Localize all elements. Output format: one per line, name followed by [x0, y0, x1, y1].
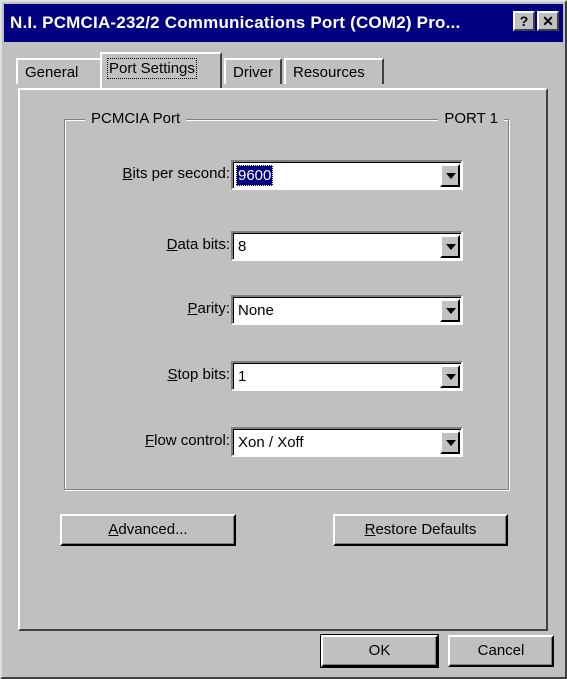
bits-per-second-label-key: B	[122, 165, 133, 182]
parity-dropdown-button[interactable]	[440, 299, 460, 322]
bits-per-second-label-rest: its per second:	[132, 165, 230, 182]
flow-control-label-key: F	[144, 432, 155, 449]
combo-frame: None	[233, 297, 461, 323]
stop-bits-dropdown-button[interactable]	[440, 365, 460, 388]
flow-control-label: Flow control:	[145, 432, 230, 449]
data-bits-value: 8	[238, 238, 247, 255]
group-label: PCMCIA Port	[85, 110, 187, 127]
parity-label-rest: arity:	[197, 300, 230, 317]
ok-button[interactable]: OK	[320, 634, 439, 668]
data-bits-dropdown-button[interactable]	[440, 235, 460, 258]
chevron-down-icon	[446, 173, 456, 179]
restore-defaults-button-rest: estore Defaults	[375, 521, 477, 538]
stop-bits-label: Stop bits:	[167, 366, 230, 383]
advanced-button[interactable]: Advanced...	[60, 514, 236, 546]
tab-resources-label: Resources	[293, 64, 365, 81]
help-button[interactable]: ?	[513, 11, 535, 31]
window-title: N.I. PCMCIA-232/2 Communications Port (C…	[10, 13, 461, 32]
title-bar[interactable]: N.I. PCMCIA-232/2 Communications Port (C…	[4, 4, 563, 42]
stop-bits-value: 1	[238, 368, 247, 385]
flow-control-value: Xon / Xoff	[238, 434, 304, 451]
combo-frame: 9600	[233, 162, 461, 188]
data-bits-label: Data bits:	[167, 236, 230, 253]
close-button[interactable]: ✕	[537, 11, 559, 31]
tab-general[interactable]: General	[16, 58, 102, 84]
data-bits-label-rest: ata bits:	[177, 236, 230, 253]
port-label: PORT 1	[438, 110, 504, 127]
advanced-button-rest: dvanced...	[118, 521, 188, 538]
cancel-button[interactable]: Cancel	[448, 635, 554, 667]
chevron-down-icon	[446, 244, 456, 250]
parity-label: Parity:	[187, 300, 230, 317]
chevron-down-icon	[446, 374, 456, 380]
stop-bits-label-rest: top bits:	[177, 366, 230, 383]
tab-driver[interactable]: Driver	[224, 58, 282, 84]
combo-frame: Xon / Xoff	[233, 429, 461, 455]
advanced-button-key: A	[108, 521, 119, 538]
chevron-down-icon	[446, 308, 456, 314]
combo-frame: 8	[233, 233, 461, 259]
bits-per-second-select[interactable]: 9600	[231, 160, 463, 190]
chevron-down-icon	[446, 440, 456, 446]
tab-resources[interactable]: Resources	[284, 58, 384, 84]
parity-select[interactable]: None	[231, 295, 463, 325]
flow-control-select[interactable]: Xon / Xoff	[231, 427, 463, 457]
properties-dialog: N.I. PCMCIA-232/2 Communications Port (C…	[0, 0, 567, 679]
data-bits-label-key: D	[166, 236, 178, 253]
tab-port-settings[interactable]: Port Settings	[100, 52, 222, 88]
bits-per-second-value: 9600	[236, 165, 274, 186]
restore-defaults-button[interactable]: Restore Defaults	[333, 514, 508, 546]
stop-bits-label-key: S	[167, 366, 178, 383]
combo-frame: 1	[233, 363, 461, 389]
bits-per-second-label: Bits per second:	[122, 165, 230, 182]
flow-control-label-rest: low control:	[154, 432, 230, 449]
tab-general-label: General	[25, 64, 79, 81]
parity-label-key: P	[187, 300, 198, 317]
parity-value: None	[238, 302, 274, 319]
tab-driver-label: Driver	[233, 64, 273, 81]
stop-bits-select[interactable]: 1	[231, 361, 463, 391]
data-bits-select[interactable]: 8	[231, 231, 463, 261]
bits-per-second-dropdown-button[interactable]	[440, 164, 460, 187]
flow-control-dropdown-button[interactable]	[440, 431, 460, 454]
restore-defaults-button-key: R	[364, 521, 376, 538]
tab-panel-port-settings: PCMCIA Port PORT 1 Bits per second: 9600…	[18, 88, 548, 631]
tab-port-settings-label: Port Settings	[107, 58, 197, 79]
